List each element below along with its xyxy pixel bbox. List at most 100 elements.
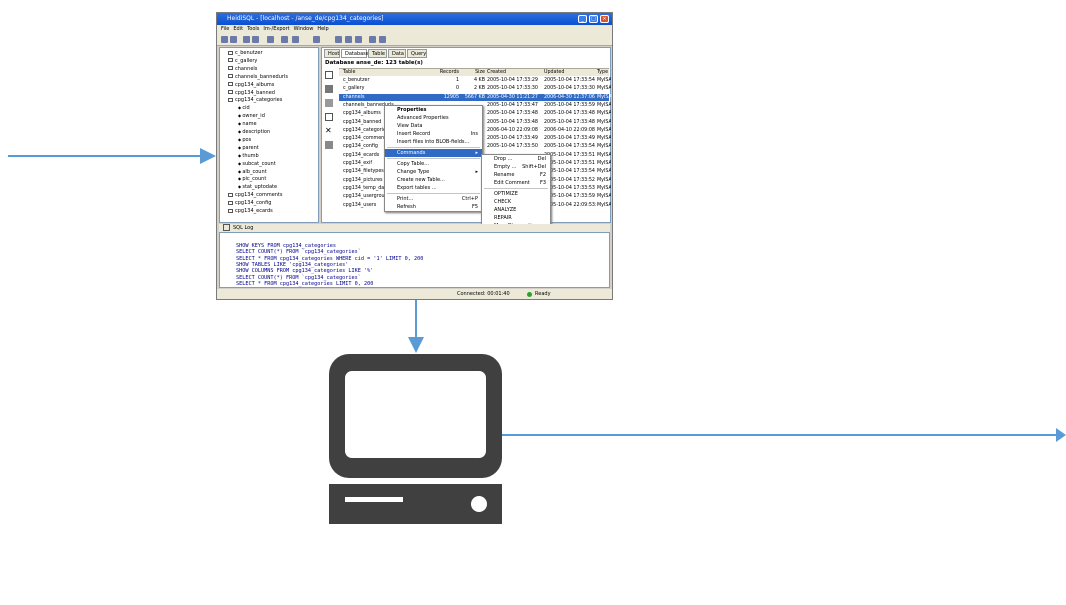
- menu-item[interactable]: ANALYZE: [482, 206, 550, 214]
- menu-item[interactable]: Window: [294, 26, 314, 32]
- column-header[interactable]: Size: [463, 69, 485, 76]
- sql-log[interactable]: SHOW KEYS FROM cpg134_categories SELECT C…: [219, 232, 610, 288]
- structure-icon[interactable]: [325, 141, 333, 149]
- tree-item[interactable]: channels_bannedurls: [228, 74, 288, 80]
- column-header[interactable]: Type: [597, 69, 611, 76]
- menu-item[interactable]: Insert Record Ins: [385, 130, 482, 138]
- maximize-icon[interactable]: □: [589, 15, 598, 23]
- user-icon[interactable]: [369, 36, 376, 43]
- run-icon[interactable]: [313, 36, 320, 43]
- menu-item[interactable]: Export tables ...: [385, 184, 482, 192]
- menu-item[interactable]: Drop ... Del: [482, 155, 550, 163]
- close-icon[interactable]: ×: [600, 15, 609, 23]
- menu-item[interactable]: Print... Ctrl+P: [385, 195, 482, 203]
- menu-item[interactable]: Properties: [385, 106, 482, 114]
- menu-item[interactable]: REPAIR: [482, 214, 550, 222]
- table-row[interactable]: c_benutzer 1 4 KB 2005-10-04 17:33:29 2005-1…: [339, 77, 611, 84]
- export-icon[interactable]: [345, 36, 352, 43]
- menu-item[interactable]: Create new Table...: [385, 176, 482, 184]
- copy-icon[interactable]: [243, 36, 250, 43]
- minimize-icon[interactable]: _: [578, 15, 587, 23]
- tree-item[interactable]: cpg134_albums: [228, 82, 274, 88]
- menu-item[interactable]: Advanced Properties: [385, 114, 482, 122]
- table-row[interactable]: channels 12905 5667 KB 2005-04-30 11:21:27 2…: [339, 93, 611, 101]
- column-header[interactable]: Created: [487, 69, 542, 76]
- tree-item[interactable]: c_gallery: [228, 58, 257, 64]
- sql-log-line: SELECT COUNT(*) FROM `cpg134_categories`: [236, 249, 361, 256]
- menu-item[interactable]: View Data: [385, 122, 482, 130]
- tab-host[interactable]: Host: [324, 49, 340, 58]
- view-icon[interactable]: [325, 113, 333, 121]
- table-cell: MyISA: [597, 78, 611, 83]
- menu-item[interactable]: File: [221, 26, 229, 32]
- tree-item-label: alb_count: [242, 168, 267, 175]
- tab-query[interactable]: Query: [407, 49, 427, 58]
- menu-item-label: Properties: [397, 107, 427, 113]
- menu-item[interactable]: Rename F2: [482, 171, 550, 179]
- menu-item[interactable]: Insert files into BLOB-fields...: [385, 138, 482, 146]
- submenu-arrow-icon: ▸: [475, 150, 478, 156]
- table-row[interactable]: c_gallery 0 2 KB 2005-10-04 17:33:30 2005-10…: [339, 85, 611, 92]
- table-cell: 2005-10-04 22:09:53:20: [544, 202, 596, 208]
- tree-item[interactable]: ◆ thumb: [238, 153, 259, 159]
- tree-item[interactable]: ◆ subcat_count: [238, 161, 276, 167]
- delete-icon[interactable]: [292, 36, 299, 43]
- disconnect-icon[interactable]: [230, 36, 237, 43]
- tree-item[interactable]: cpg134_ecards: [228, 208, 273, 214]
- column-header[interactable]: Table: [343, 69, 428, 76]
- table-cell: 2006-04-10 22:09:08: [487, 127, 538, 133]
- menu-separator: [484, 188, 548, 189]
- menu-item[interactable]: Edit: [233, 26, 243, 32]
- drop-icon[interactable]: ✕: [325, 127, 332, 135]
- grid-icon[interactable]: [379, 36, 386, 43]
- column-header[interactable]: Updated: [544, 69, 596, 76]
- tree-item-label: thumb: [242, 152, 259, 159]
- connect-icon[interactable]: [221, 36, 228, 43]
- tree-item[interactable]: ◆ stat_uptodate: [238, 184, 277, 190]
- menu-bar: File Edit Tools Im-/Export Window Help: [217, 25, 612, 34]
- menu-item[interactable]: Im-/Export: [263, 26, 289, 32]
- edit-icon[interactable]: [325, 85, 333, 93]
- paste-icon[interactable]: [252, 36, 259, 43]
- tree-item[interactable]: channels: [228, 66, 257, 72]
- tree-item[interactable]: c_benutzer: [228, 50, 263, 56]
- tab-database[interactable]: Database: [341, 49, 369, 58]
- menu-item[interactable]: Copy Table...: [385, 160, 482, 168]
- tree-item-label: subcat_count: [242, 160, 276, 167]
- tab-table[interactable]: Table: [368, 49, 387, 58]
- print-icon[interactable]: [267, 36, 274, 43]
- menu-item[interactable]: Empty ... Shift+Del: [482, 163, 550, 171]
- tree-item-label: description: [242, 129, 271, 135]
- properties-icon[interactable]: [325, 71, 333, 79]
- tree-item[interactable]: ◆ owner_id: [238, 113, 265, 119]
- grid-header: Table Records Size Created Updated Type: [339, 69, 609, 76]
- tree-item[interactable]: ◆ parent: [238, 145, 259, 151]
- menu-item[interactable]: Refresh F5: [385, 203, 482, 211]
- tree-item[interactable]: ◆ name: [238, 121, 257, 127]
- sort-icon[interactable]: [325, 99, 333, 107]
- tree-item[interactable]: ◆ pos: [238, 137, 251, 143]
- tree-item[interactable]: cpg134_comments: [228, 192, 283, 198]
- menu-item[interactable]: CHECK: [482, 198, 550, 206]
- tree-item[interactable]: ◆ description: [238, 129, 270, 135]
- menu-item[interactable]: Edit Comment F3: [482, 179, 550, 187]
- menu-item[interactable]: Change Type ▸: [385, 168, 482, 176]
- tree-item[interactable]: cpg134_categories: [228, 97, 282, 103]
- tab-data[interactable]: Data: [388, 49, 406, 58]
- menu-item[interactable]: Help: [317, 26, 328, 32]
- table-icon[interactable]: [335, 36, 342, 43]
- tree-item[interactable]: ◆ pic_count: [238, 176, 266, 182]
- tree-item[interactable]: cpg134_config: [228, 200, 271, 206]
- tree-item[interactable]: cpg134_banned: [228, 90, 275, 96]
- menu-item[interactable]: Commands ▸: [385, 149, 482, 157]
- menu-item[interactable]: Tools: [247, 26, 259, 32]
- table-cell: MyISA: [597, 161, 611, 166]
- import-icon[interactable]: [355, 36, 362, 43]
- table-cell: 2005-10-04 17:33:54: [544, 144, 595, 150]
- tree-item[interactable]: ◆ alb_count: [238, 169, 267, 175]
- column-header[interactable]: Records: [431, 69, 459, 76]
- refresh-icon[interactable]: [281, 36, 288, 43]
- database-tree[interactable]: c_benutzer c_gallery channels channels_bann…: [219, 47, 319, 223]
- tree-item[interactable]: ◆ cid: [238, 105, 250, 111]
- menu-item[interactable]: OPTIMIZE: [482, 190, 550, 198]
